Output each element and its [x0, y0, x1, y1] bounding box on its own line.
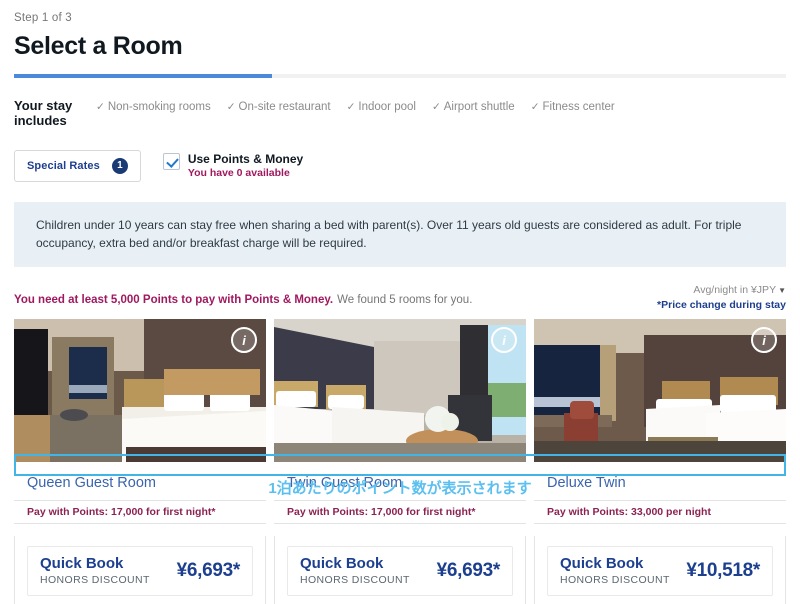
- room-photo-image: [274, 319, 526, 463]
- quick-book-title: Quick Book: [560, 555, 644, 573]
- amenity-label: Indoor pool: [358, 101, 416, 113]
- amenity-label: On-site restaurant: [238, 101, 331, 113]
- need-points-message: You need at least 5,000 Points to pay wi…: [14, 294, 334, 307]
- filters-row: Special Rates 1 Use Points & Money You h…: [14, 149, 786, 182]
- room-photo-image: [14, 319, 266, 463]
- quick-book-row[interactable]: Quick Book HONORS DISCOUNT ¥6,693*: [27, 546, 253, 596]
- check-icon: ✓: [530, 101, 540, 113]
- page-title: Select a Room: [14, 32, 183, 60]
- use-points-text-group: Use Points & Money You have 0 available: [188, 152, 303, 181]
- use-points-title: Use Points & Money: [187, 151, 304, 166]
- check-icon: ✓: [346, 101, 356, 113]
- check-icon: ✓: [431, 101, 441, 113]
- room-card: i Twin Guest Room Pay with Points: 17,00…: [274, 319, 526, 604]
- results-summary-row: You need at least 5,000 Points to pay wi…: [14, 284, 786, 311]
- chevron-down-icon: ▼: [778, 286, 786, 296]
- room-points-text: Pay with Points: 33,000 per night: [534, 500, 786, 525]
- room-points-text: Pay with Points: 17,000 for first night*: [274, 500, 526, 525]
- quick-book-labels: Quick Book HONORS DISCOUNT: [560, 556, 670, 586]
- quick-book-labels: Quick Book HONORS DISCOUNT: [300, 556, 410, 586]
- quick-book-price: ¥10,518*: [686, 559, 760, 581]
- step-label: Step 1 of 3: [14, 12, 72, 24]
- amenity-item: ✓ On-site restaurant: [227, 101, 331, 113]
- check-icon: ✓: [96, 101, 105, 113]
- room-photo-image: [534, 319, 786, 463]
- quick-book-subtitle: HONORS DISCOUNT: [40, 573, 150, 586]
- room-rate-box: Quick Book HONORS DISCOUNT ¥10,518* More…: [534, 536, 786, 604]
- room-info-icon[interactable]: i: [751, 327, 777, 354]
- room-rate-box: Quick Book HONORS DISCOUNT ¥6,693* More …: [274, 536, 526, 604]
- points-available-text: You have 0 available: [187, 166, 290, 179]
- results-summary-left: You need at least 5,000 Points to pay wi…: [14, 284, 472, 308]
- amenity-item: ✓ Airport shuttle: [432, 101, 515, 113]
- check-icon: ✓: [226, 101, 236, 113]
- quick-book-row[interactable]: Quick Book HONORS DISCOUNT ¥10,518*: [547, 546, 773, 596]
- room-photo[interactable]: i: [14, 319, 266, 463]
- room-points-text: Pay with Points: 17,000 for first night*: [14, 500, 266, 525]
- currency-selector[interactable]: Avg/night in ¥JPY ▼: [657, 284, 786, 296]
- progress-bar-fill: [14, 74, 272, 78]
- use-points-checkbox[interactable]: [162, 152, 180, 170]
- quick-book-price: ¥6,693*: [436, 559, 501, 581]
- room-rate-box: Quick Book HONORS DISCOUNT ¥6,693* More …: [14, 536, 266, 604]
- room-info-icon[interactable]: i: [231, 327, 257, 354]
- quick-book-subtitle: HONORS DISCOUNT: [300, 573, 410, 586]
- quick-book-row[interactable]: Quick Book HONORS DISCOUNT ¥6,693*: [287, 546, 513, 596]
- amenity-item: ✓ Indoor pool: [347, 101, 416, 113]
- quick-book-subtitle: HONORS DISCOUNT: [560, 573, 670, 586]
- quick-book-title: Quick Book: [300, 555, 384, 573]
- room-info-icon[interactable]: i: [491, 327, 517, 354]
- use-points-money-control[interactable]: Use Points & Money You have 0 available: [162, 152, 303, 181]
- quick-book-price: ¥6,693*: [176, 559, 241, 581]
- amenity-item: ✓ Non-smoking rooms: [96, 101, 211, 113]
- room-name[interactable]: Deluxe Twin: [534, 462, 786, 500]
- special-rates-label: Special Rates: [27, 159, 100, 172]
- amenity-label: Airport shuttle: [443, 101, 515, 113]
- price-change-note[interactable]: *Price change during stay: [657, 299, 786, 311]
- room-name[interactable]: Queen Guest Room: [14, 462, 266, 500]
- special-rates-badge: 1: [111, 157, 128, 174]
- room-cards: i Queen Guest Room Pay with Points: 17,0…: [14, 319, 786, 604]
- amenities-list: ✓ Non-smoking rooms ✓ On-site restaurant ✓…: [96, 97, 615, 113]
- stay-includes-label: Your stay includes: [14, 98, 73, 128]
- amenity-item: ✓ Fitness center: [531, 101, 615, 113]
- currency-label: Avg/night in ¥JPY: [693, 284, 777, 297]
- room-card: i Deluxe Twin Pay with Points: 33,000 pe…: [534, 319, 786, 604]
- results-summary-right: Avg/night in ¥JPY ▼ *Price change during …: [657, 284, 786, 311]
- amenity-label: Non-smoking rooms: [107, 101, 211, 113]
- room-photo[interactable]: i: [534, 319, 786, 463]
- occupancy-notice: Children under 10 years can stay free wh…: [14, 201, 786, 268]
- select-room-page: Step 1 of 3 Select a Room Your stay incl…: [0, 0, 800, 604]
- quick-book-labels: Quick Book HONORS DISCOUNT: [40, 556, 150, 586]
- room-name[interactable]: Twin Guest Room: [274, 462, 526, 500]
- amenity-label: Fitness center: [542, 101, 615, 113]
- special-rates-button[interactable]: Special Rates 1: [14, 149, 141, 182]
- progress-bar: [14, 74, 786, 78]
- rooms-found-count: We found 5 rooms for you.: [337, 294, 473, 307]
- stay-includes-section: Your stay includes ✓ Non-smoking rooms ✓ O…: [14, 97, 786, 129]
- room-photo[interactable]: i: [274, 319, 526, 463]
- room-card: i Queen Guest Room Pay with Points: 17,0…: [14, 319, 266, 604]
- quick-book-title: Quick Book: [40, 555, 124, 573]
